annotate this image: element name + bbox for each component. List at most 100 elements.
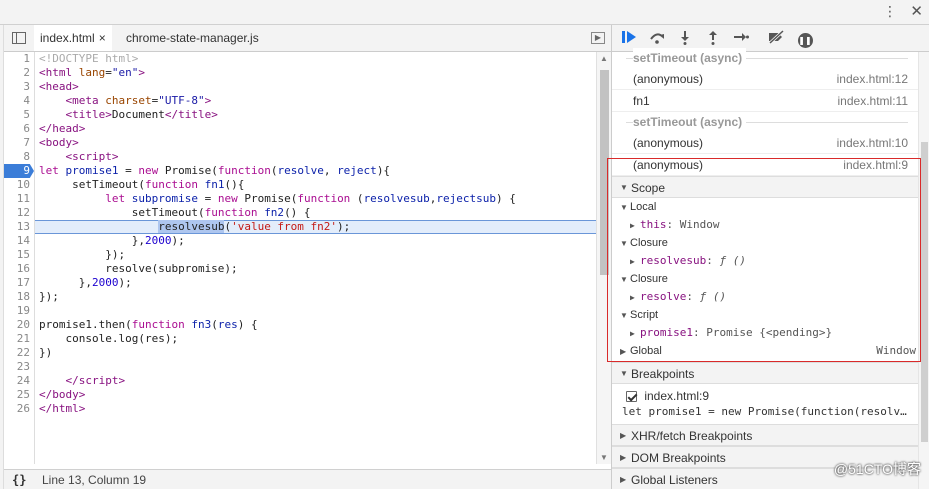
line-number[interactable]: 12: [4, 206, 30, 220]
scroll-up-icon[interactable]: ▲: [600, 54, 608, 63]
code-line[interactable]: },2000);: [39, 234, 185, 248]
line-number[interactable]: 25: [4, 388, 30, 402]
scope-property[interactable]: ▶ resolve: ƒ (): [630, 288, 726, 306]
breakpoints-section-header[interactable]: ▼ Breakpoints: [612, 362, 918, 384]
code-line[interactable]: resolve(subpromise);: [39, 262, 237, 276]
frame-location[interactable]: index.html:12: [837, 68, 908, 90]
line-number[interactable]: 5: [4, 108, 30, 122]
line-number[interactable]: 21: [4, 332, 30, 346]
line-number[interactable]: 8: [4, 150, 30, 164]
toggle-navigator-icon[interactable]: [12, 32, 26, 44]
vertical-dots-icon[interactable]: ⋮: [883, 3, 897, 20]
pretty-print-icon[interactable]: {}: [12, 470, 26, 489]
frame-location[interactable]: index.html:9: [843, 154, 908, 176]
call-frame[interactable]: fn1 index.html:11: [612, 90, 918, 112]
code-line[interactable]: console.log(res);: [39, 332, 178, 346]
property-value: ƒ (): [699, 290, 727, 303]
step-out-icon[interactable]: [704, 30, 722, 47]
scope-script[interactable]: ▼ Script: [620, 306, 658, 324]
code-line[interactable]: setTimeout(function fn1(){: [39, 178, 244, 192]
breakpoint-checkbox[interactable]: [626, 391, 637, 403]
breakpoint-item[interactable]: index.html:9: [626, 389, 929, 403]
code-editor[interactable]: 1 2 3 4 5 6 7 8 9 10 11 12 13 14 15 16 17 18 19 20 21 22 23 24 2…: [4, 52, 596, 464]
frame-location[interactable]: index.html:11: [838, 90, 908, 112]
code-line[interactable]: <!DOCTYPE html>: [39, 52, 138, 66]
line-number[interactable]: 10: [4, 178, 30, 192]
line-number[interactable]: 16: [4, 262, 30, 276]
step-into-icon[interactable]: [676, 30, 694, 47]
code-line[interactable]: <title>Document</title>: [39, 108, 218, 122]
breakpoint-line-number[interactable]: 9: [4, 164, 34, 178]
code-line[interactable]: <meta charset="UTF-8">: [39, 94, 212, 108]
scope-local[interactable]: ▼ Local: [620, 198, 656, 216]
line-number[interactable]: 13: [4, 220, 30, 234]
code-line[interactable]: });: [39, 248, 125, 262]
code-line[interactable]: }): [39, 346, 52, 360]
code-line[interactable]: </body>: [39, 388, 85, 402]
code-line[interactable]: },2000);: [39, 276, 132, 290]
editor-scrollbar[interactable]: ▲ ▼: [596, 52, 611, 464]
expand-triangle-icon: ▼: [620, 369, 628, 378]
line-number[interactable]: 6: [4, 122, 30, 136]
code-line[interactable]: });: [39, 290, 59, 304]
code-line[interactable]: </head>: [39, 122, 85, 136]
code-line[interactable]: promise1.then(function fn3(res) {: [39, 318, 258, 332]
code-line[interactable]: let promise1 = new Promise(function(reso…: [39, 164, 390, 178]
code-line[interactable]: let subpromise = new Promise(function (r…: [39, 192, 516, 206]
tab-chrome-state-manager[interactable]: chrome-state-manager.js: [120, 25, 265, 51]
resume-icon[interactable]: [620, 30, 638, 47]
code-line[interactable]: </script>: [39, 374, 126, 388]
toggle-debugger-icon[interactable]: ▶: [591, 32, 605, 44]
tab-close-icon[interactable]: ×: [99, 31, 106, 45]
scope-closure[interactable]: ▼ Closure: [620, 270, 668, 288]
step-icon[interactable]: [732, 30, 750, 47]
scope-property[interactable]: ▶ this: Window: [630, 216, 720, 234]
line-number[interactable]: 3: [4, 80, 30, 94]
deactivate-breakpoints-icon[interactable]: [767, 29, 785, 47]
close-icon[interactable]: ✕: [910, 2, 923, 20]
line-number[interactable]: 20: [4, 318, 30, 332]
line-number[interactable]: 24: [4, 374, 30, 388]
code-line[interactable]: resolvesub('value from fn2');: [39, 220, 350, 234]
call-frame[interactable]: (anonymous) index.html:12: [612, 68, 918, 90]
scope-closure[interactable]: ▼ Closure: [620, 234, 668, 252]
line-number[interactable]: 11: [4, 192, 30, 206]
line-number-gutter[interactable]: 1 2 3 4 5 6 7 8 9 10 11 12 13 14 15 16 17 18 19 20 21 22 23 24 2…: [4, 52, 35, 464]
line-number[interactable]: 22: [4, 346, 30, 360]
scrollbar-thumb[interactable]: [600, 70, 609, 275]
code-line[interactable]: setTimeout(function fn2() {: [39, 206, 311, 220]
line-number[interactable]: 18: [4, 290, 30, 304]
code-line[interactable]: <body>: [39, 136, 79, 150]
step-over-icon[interactable]: [648, 30, 666, 47]
breakpoint-location: index.html:9: [644, 389, 710, 403]
code-line[interactable]: <script>: [39, 150, 119, 164]
call-frame[interactable]: (anonymous) index.html:9: [612, 154, 918, 176]
line-number[interactable]: 7: [4, 136, 30, 150]
line-number[interactable]: 23: [4, 360, 30, 374]
scope-global[interactable]: ▶ Global Window: [620, 342, 916, 360]
property-key: resolve: [640, 290, 687, 303]
tab-index-html[interactable]: index.html ×: [34, 25, 112, 51]
scope-property[interactable]: ▶ promise1: Promise {<pending>}: [630, 324, 832, 342]
line-number[interactable]: 4: [4, 94, 30, 108]
code-line[interactable]: </html>: [39, 402, 85, 416]
call-frame[interactable]: (anonymous) index.html:10: [612, 132, 918, 154]
code-line[interactable]: <head>: [39, 80, 79, 94]
xhr-breakpoints-header[interactable]: ▶ XHR/fetch Breakpoints: [612, 424, 918, 446]
scroll-down-icon[interactable]: ▼: [600, 453, 608, 462]
line-number[interactable]: 2: [4, 66, 30, 80]
code-line[interactable]: <html lang="en">: [39, 66, 145, 80]
editor-tab-bar: index.html × chrome-state-manager.js ▶: [4, 25, 611, 52]
scope-section-header[interactable]: ▼ Scope: [612, 176, 918, 198]
frame-location[interactable]: index.html:10: [837, 132, 908, 154]
sidebar-scrollbar[interactable]: [918, 52, 929, 489]
line-number[interactable]: 17: [4, 276, 30, 290]
line-number[interactable]: 14: [4, 234, 30, 248]
scrollbar-thumb[interactable]: [921, 142, 928, 442]
line-number[interactable]: 19: [4, 304, 30, 318]
scope-property[interactable]: ▶ resolvesub: ƒ (): [630, 252, 746, 270]
pause-on-exceptions-icon[interactable]: ❚❚: [796, 30, 814, 48]
line-number[interactable]: 15: [4, 248, 30, 262]
line-number[interactable]: 26: [4, 402, 30, 416]
line-number[interactable]: 1: [4, 52, 30, 66]
